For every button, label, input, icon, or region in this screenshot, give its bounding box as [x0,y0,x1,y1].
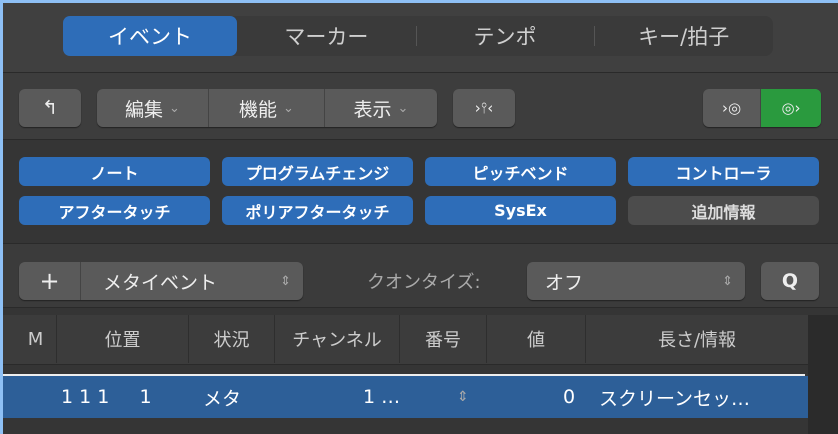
filter-controller[interactable]: コントローラ [628,157,819,186]
event-type-value: メタイベント [103,271,218,294]
col-value[interactable]: 値 [487,315,586,363]
filter-aftertouch[interactable]: アフタータッチ [19,196,210,225]
quantize-label: クオンタイズ: [367,272,481,293]
tab-bar: イベント マーカー テンポ キー/拍子 [3,3,838,73]
filter-poly-aftertouch[interactable]: ポリアフタータッチ [222,196,413,225]
chevron-down-icon: ⌄ [283,100,294,116]
col-mute[interactable]: M [15,315,57,363]
vertical-scrollbar[interactable] [808,315,838,434]
event-list-window: イベント マーカー テンポ キー/拍子 ↰ 編集 ⌄ 機能 ⌄ 表示 ⌄ ›⫯‹ ›◎… [3,3,838,434]
col-length-info[interactable]: 長さ/情報 [586,315,808,363]
quantize-value: オフ [545,271,584,294]
col-number[interactable]: 番号 [400,315,487,363]
table-header: M 位置 状況 チャンネル 番号 値 長さ/情報 [3,315,808,365]
catch-playhead-button[interactable]: ›⫯‹ [453,89,515,127]
updown-chevron-icon: ⇕ [722,273,733,289]
up-arrow-icon: ↰ [42,97,58,119]
midi-in-icon: ›◎ [721,99,742,117]
tab-key-signature[interactable]: キー/拍子 [594,16,773,56]
functions-label: 機能 [239,98,278,121]
tab-tempo[interactable]: テンポ [415,16,595,56]
cell-value: 0 [563,386,576,408]
filter-pitch-bend[interactable]: ピッチベンド [425,157,616,186]
col-channel[interactable]: チャンネル [275,315,400,363]
up-button[interactable]: ↰ [19,89,81,127]
edit-menu[interactable]: 編集 ⌄ [97,89,209,127]
filter-additional-info[interactable]: 追加情報 [628,196,819,225]
functions-menu[interactable]: 機能 ⌄ [209,89,325,127]
chevron-down-icon: ⌄ [169,100,180,116]
midi-out-icon: ◎› [781,99,801,117]
menu-group: 編集 ⌄ 機能 ⌄ 表示 ⌄ [97,89,437,127]
edit-label: 編集 [125,98,164,121]
table-row[interactable]: 1 1 1 1 メタ 1 … ⇕ 0 スクリーンセッ… [3,376,808,418]
updown-chevron-icon[interactable]: ⇕ [457,376,469,418]
quantize-select[interactable]: オフ ⇕ [527,262,745,300]
quantize-button[interactable]: Q [761,262,819,300]
view-label: 表示 [353,98,392,121]
add-event-button[interactable]: + [19,262,81,300]
cell-info: スクリーンセッ… [599,387,751,410]
midi-out-button[interactable]: ◎› [761,89,821,127]
event-filter-panel: ノート プログラムチェンジ ピッチベンド コントローラ アフタータッチ ポリアフ… [3,140,838,244]
midi-in-button[interactable]: ›◎ [703,89,761,127]
tab-markers[interactable]: マーカー [237,16,416,56]
toolbar: ↰ 編集 ⌄ 機能 ⌄ 表示 ⌄ ›⫯‹ ›◎ ◎› [3,73,838,140]
cell-position: 1 1 1 1 [61,386,152,408]
filter-program-change[interactable]: プログラムチェンジ [222,157,413,186]
filter-notes[interactable]: ノート [19,157,210,186]
view-menu[interactable]: 表示 ⌄ [325,89,437,127]
chevron-down-icon: ⌄ [397,100,409,116]
create-bar: + メタイベント ⇕ クオンタイズ: オフ ⇕ Q [3,244,838,308]
create-event-group: + メタイベント ⇕ [19,262,303,300]
plus-icon: + [39,267,60,295]
view-segmented-control: イベント マーカー テンポ キー/拍子 [63,16,773,56]
filter-sysex[interactable]: SysEx [425,196,616,225]
catch-playhead-icon: ›⫯‹ [474,99,494,117]
midi-io-group: ›◎ ◎› [703,89,821,127]
tab-events[interactable]: イベント [63,16,237,56]
event-type-select[interactable]: メタイベント ⇕ [81,262,303,300]
updown-chevron-icon: ⇕ [280,273,291,289]
col-position[interactable]: 位置 [57,315,189,363]
cell-status: メタ [203,387,242,410]
col-status[interactable]: 状況 [189,315,275,363]
